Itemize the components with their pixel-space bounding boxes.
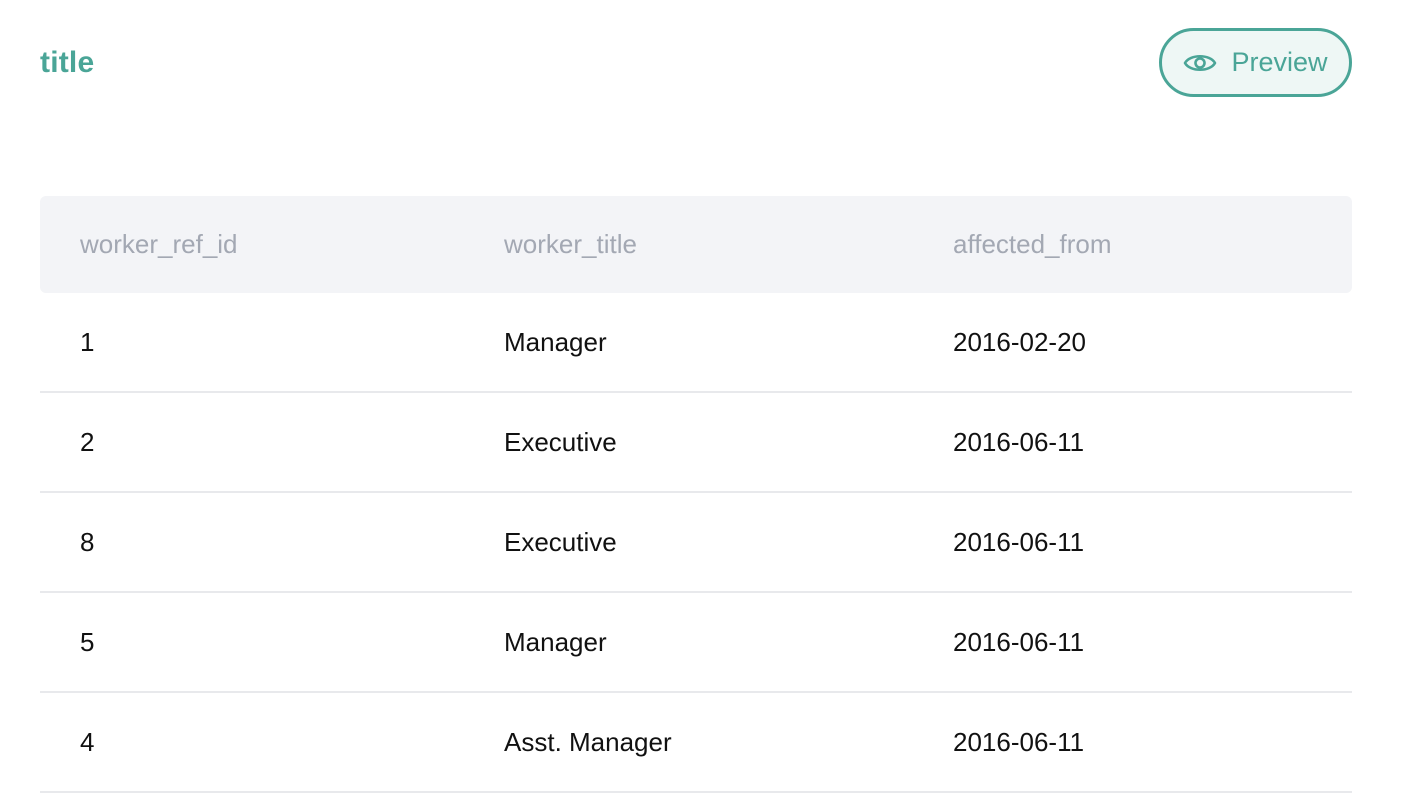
cell-affected-from: 2016-06-11 (953, 726, 1085, 757)
cell-affected-from: 2016-06-11 (953, 426, 1085, 457)
column-header-affected-from[interactable]: affected_from (953, 229, 1112, 260)
cell-worker-title: Executive (504, 426, 617, 457)
column-header-worker-title[interactable]: worker_title (504, 229, 637, 260)
cell-worker-ref-id: 8 (80, 526, 95, 557)
table-row: 8 Executive 2016-06-11 (40, 493, 1352, 593)
cell-worker-title: Executive (504, 526, 617, 557)
eye-icon (1183, 51, 1217, 75)
page: title Preview worker_ref_id worker_title… (0, 0, 1409, 804)
table-row: 5 Manager 2016-06-11 (40, 593, 1352, 693)
cell-affected-from: 2016-02-20 (953, 326, 1086, 357)
cell-worker-title: Manager (504, 626, 607, 657)
page-title: title (40, 45, 95, 79)
cell-worker-ref-id: 4 (80, 726, 95, 757)
table-row: 2 Executive 2016-06-11 (40, 393, 1352, 493)
cell-affected-from: 2016-06-11 (953, 526, 1085, 557)
table-row: 4 Asst. Manager 2016-06-11 (40, 693, 1352, 793)
header: title Preview (40, 28, 1352, 97)
cell-affected-from: 2016-06-11 (953, 626, 1085, 657)
preview-button[interactable]: Preview (1159, 28, 1352, 97)
cell-worker-title: Asst. Manager (504, 726, 672, 757)
cell-worker-title: Manager (504, 326, 607, 357)
cell-worker-ref-id: 2 (80, 426, 95, 457)
cell-worker-ref-id: 1 (80, 326, 95, 357)
table-header: worker_ref_id worker_title affected_from (40, 196, 1352, 293)
cell-worker-ref-id: 5 (80, 626, 95, 657)
column-header-worker-ref-id[interactable]: worker_ref_id (80, 229, 238, 260)
table-row: 1 Manager 2016-02-20 (40, 293, 1352, 393)
data-table: worker_ref_id worker_title affected_from… (40, 196, 1352, 793)
preview-button-label: Preview (1231, 47, 1328, 77)
